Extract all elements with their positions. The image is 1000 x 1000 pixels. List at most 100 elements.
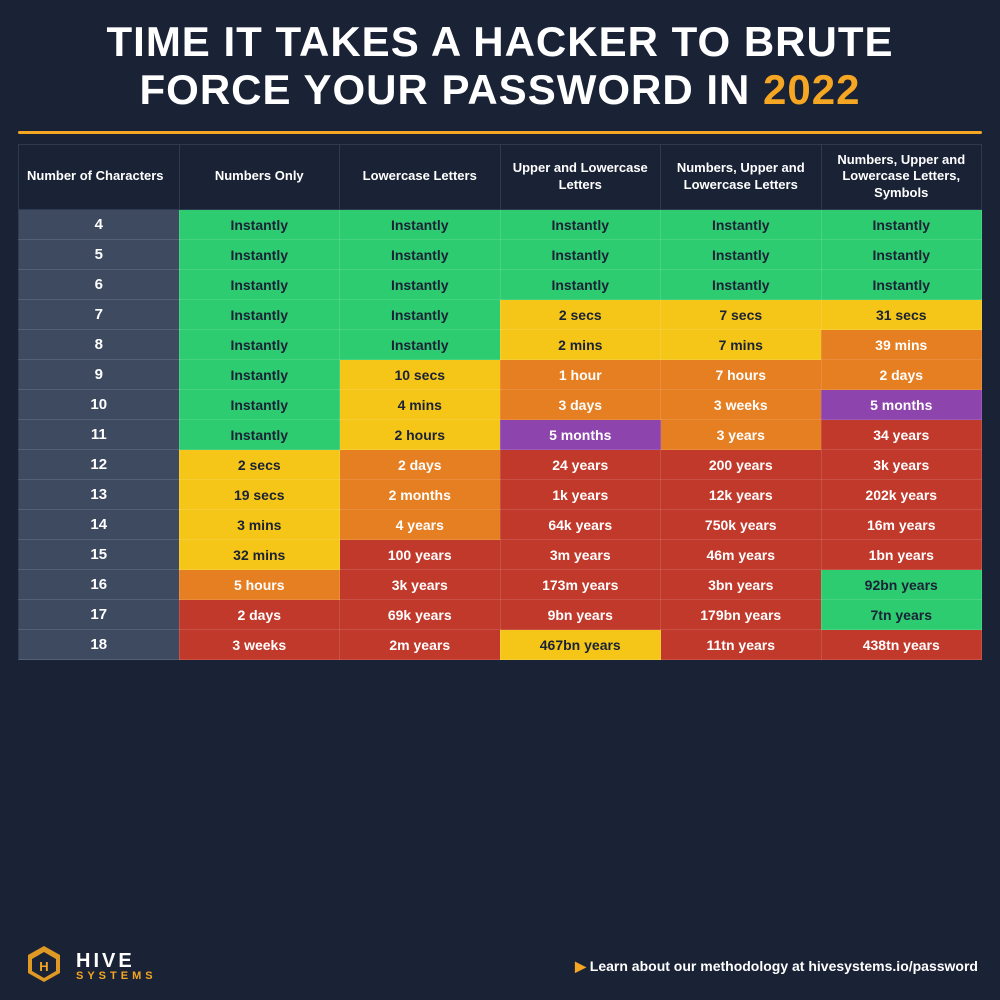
cell-chars: 13 (19, 480, 180, 510)
cell-value: 1bn years (821, 540, 982, 570)
cell-value: 5 months (821, 390, 982, 420)
cell-chars: 9 (19, 360, 180, 390)
cell-chars: 4 (19, 210, 180, 240)
col-header-num-upper-lower-sym: Numbers, Upper and Lowercase Letters, Sy… (821, 144, 982, 210)
cell-chars: 8 (19, 330, 180, 360)
table-header-row: Number of Characters Numbers Only Lowerc… (19, 144, 982, 210)
table-row: 4InstantlyInstantlyInstantlyInstantlyIns… (19, 210, 982, 240)
cell-value: Instantly (821, 210, 982, 240)
cell-value: 179bn years (661, 600, 822, 630)
cell-chars: 14 (19, 510, 180, 540)
cell-value: 2 secs (500, 300, 661, 330)
cell-value: 2 days (179, 600, 340, 630)
cell-value: 7 hours (661, 360, 822, 390)
cell-value: Instantly (661, 240, 822, 270)
cell-value: 5 months (500, 420, 661, 450)
cell-value: Instantly (179, 270, 340, 300)
cell-value: Instantly (661, 210, 822, 240)
table-row: 143 mins4 years64k years750k years16m ye… (19, 510, 982, 540)
title-section: TIME IT TAKES A HACKER TO BRUTE FORCE YO… (18, 18, 982, 115)
table-row: 172 days69k years9bn years179bn years7tn… (19, 600, 982, 630)
cell-value: 2 mins (500, 330, 661, 360)
cell-value: 3k years (821, 450, 982, 480)
cell-chars: 10 (19, 390, 180, 420)
table-row: 165 hours3k years173m years3bn years92bn… (19, 570, 982, 600)
cell-value: 16m years (821, 510, 982, 540)
cell-value: Instantly (179, 300, 340, 330)
cell-value: 9bn years (500, 600, 661, 630)
footer: H HIVE SYSTEMS ▶ Learn about our methodo… (18, 936, 982, 990)
table-row: 5InstantlyInstantlyInstantlyInstantlyIns… (19, 240, 982, 270)
cell-value: 3 days (500, 390, 661, 420)
cell-value: 64k years (500, 510, 661, 540)
table-row: 183 weeks2m years467bn years11tn years43… (19, 630, 982, 660)
cell-value: 10 secs (340, 360, 501, 390)
col-header-numbers: Numbers Only (179, 144, 340, 210)
cell-chars: 7 (19, 300, 180, 330)
table-row: 1532 mins100 years3m years46m years1bn y… (19, 540, 982, 570)
cell-value: 202k years (821, 480, 982, 510)
cell-value: 7 mins (661, 330, 822, 360)
table-row: 6InstantlyInstantlyInstantlyInstantlyIns… (19, 270, 982, 300)
cell-value: 32 mins (179, 540, 340, 570)
cell-value: 173m years (500, 570, 661, 600)
cell-chars: 11 (19, 420, 180, 450)
col-header-num-upper-lower: Numbers, Upper and Lowercase Letters (661, 144, 822, 210)
table-row: 8InstantlyInstantly2 mins7 mins39 mins (19, 330, 982, 360)
cell-value: Instantly (821, 270, 982, 300)
footer-logo: H HIVE SYSTEMS (22, 944, 157, 988)
cell-value: 2 months (340, 480, 501, 510)
col-header-chars: Number of Characters (19, 144, 180, 210)
main-container: TIME IT TAKES A HACKER TO BRUTE FORCE YO… (0, 0, 1000, 1000)
cell-chars: 16 (19, 570, 180, 600)
cell-value: Instantly (340, 270, 501, 300)
cell-value: 7 secs (661, 300, 822, 330)
cell-value: Instantly (179, 210, 340, 240)
cell-value: 2 days (340, 450, 501, 480)
cell-value: 2 days (821, 360, 982, 390)
cell-value: 46m years (661, 540, 822, 570)
cell-value: Instantly (179, 390, 340, 420)
main-title: TIME IT TAKES A HACKER TO BRUTE FORCE YO… (18, 18, 982, 115)
table-row: 11Instantly2 hours5 months3 years34 year… (19, 420, 982, 450)
table-row: 9Instantly10 secs1 hour7 hours2 days (19, 360, 982, 390)
cell-chars: 17 (19, 600, 180, 630)
col-header-upper-lower: Upper and Lowercase Letters (500, 144, 661, 210)
cell-value: 467bn years (500, 630, 661, 660)
table-wrapper: Number of Characters Numbers Only Lowerc… (18, 144, 982, 930)
cell-value: 19 secs (179, 480, 340, 510)
cell-value: Instantly (821, 240, 982, 270)
cell-value: 4 mins (340, 390, 501, 420)
footer-cta: ▶ Learn about our methodology at hivesys… (575, 958, 978, 975)
cell-value: 1 hour (500, 360, 661, 390)
table-row: 122 secs2 days24 years200 years3k years (19, 450, 982, 480)
cell-value: 750k years (661, 510, 822, 540)
cell-chars: 6 (19, 270, 180, 300)
logo-text: HIVE SYSTEMS (76, 951, 157, 982)
cell-value: Instantly (179, 240, 340, 270)
cell-chars: 18 (19, 630, 180, 660)
cell-value: 3m years (500, 540, 661, 570)
cell-value: 3k years (340, 570, 501, 600)
cell-value: 5 hours (179, 570, 340, 600)
col-header-lower: Lowercase Letters (340, 144, 501, 210)
cell-value: Instantly (500, 270, 661, 300)
cell-value: Instantly (340, 240, 501, 270)
cell-value: 4 years (340, 510, 501, 540)
cell-value: 3 weeks (179, 630, 340, 660)
cell-value: 2 hours (340, 420, 501, 450)
hive-logo-icon: H (22, 944, 66, 988)
cell-value: 1k years (500, 480, 661, 510)
cell-value: 3 mins (179, 510, 340, 540)
cell-value: 3bn years (661, 570, 822, 600)
password-table: Number of Characters Numbers Only Lowerc… (18, 144, 982, 661)
cell-value: 2 secs (179, 450, 340, 480)
cell-value: 7tn years (821, 600, 982, 630)
gold-divider (18, 131, 982, 134)
table-row: 7InstantlyInstantly2 secs7 secs31 secs (19, 300, 982, 330)
cell-value: Instantly (179, 330, 340, 360)
cell-chars: 12 (19, 450, 180, 480)
cell-value: Instantly (340, 300, 501, 330)
cell-value: Instantly (179, 420, 340, 450)
cell-value: 3 weeks (661, 390, 822, 420)
